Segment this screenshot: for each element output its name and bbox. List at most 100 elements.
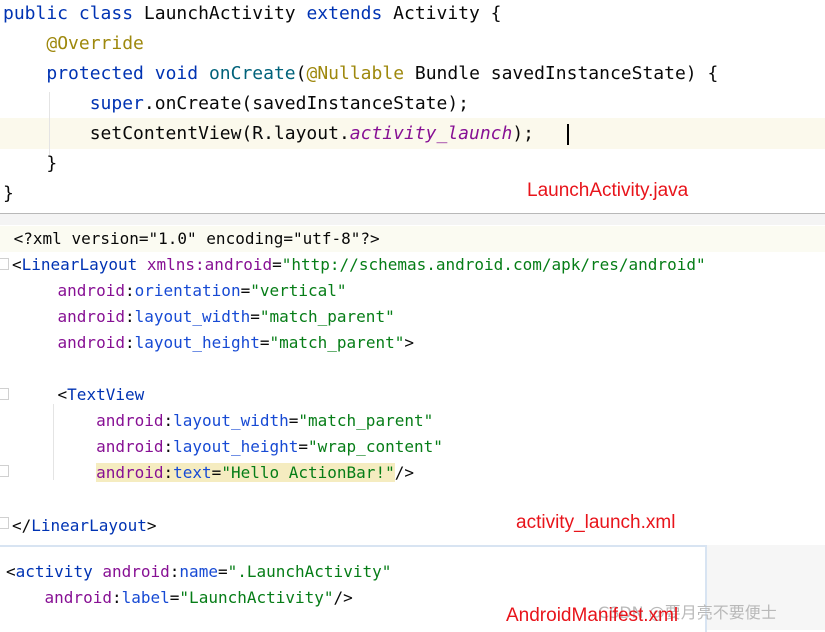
code-token: < (12, 255, 22, 274)
code-token: = (288, 411, 299, 430)
code-token: ); (512, 123, 535, 144)
code-token: = (169, 588, 180, 607)
panel-top-strip (0, 214, 825, 225)
code-token: LinearLayout (21, 255, 138, 274)
code-token: class (78, 3, 134, 24)
code-token: void (154, 63, 199, 84)
code-token: xmlns:android (146, 255, 273, 274)
code-token: : (163, 437, 174, 456)
fold-marker-icon[interactable] (0, 517, 9, 529)
code-token: /> (333, 588, 353, 607)
code-token: > (146, 516, 157, 535)
code-token: /> (394, 463, 414, 482)
code-token: "LaunchActivity" (179, 588, 334, 607)
code-token: LinearLayout (31, 516, 147, 535)
code-token: public (3, 3, 69, 24)
code-token: "wrap_content" (308, 437, 443, 456)
code-token: </ (12, 516, 32, 535)
code-line: android:orientation="vertical" (19, 278, 347, 304)
code-token: : (163, 463, 174, 482)
code-token: "Hello ActionBar!" (221, 463, 395, 482)
code-token: <?xml version="1.0" encoding="utf-8"?> (13, 229, 380, 248)
xml-file-caption: activity_launch.xml (516, 512, 676, 533)
code-token: text (173, 463, 212, 482)
code-token: Bundle savedInstanceState) { (404, 63, 719, 84)
code-token: layout_height (134, 333, 260, 352)
code-token: android (96, 437, 164, 456)
code-token: < (6, 562, 16, 581)
code-line: } (3, 179, 14, 209)
code-line: <activity android:name=".LaunchActivity" (6, 559, 391, 585)
text-cursor (567, 124, 569, 145)
code-token: TextView (67, 385, 145, 404)
code-token: "match_parent" (259, 307, 395, 326)
code-token: : (163, 411, 174, 430)
code-token: .onCreate(savedInstanceState); (143, 93, 469, 114)
code-token: setContentView(R.layout. (3, 123, 350, 144)
java-file-caption: LaunchActivity.java (527, 180, 689, 201)
code-token: : (124, 307, 135, 326)
code-token: : (124, 281, 135, 300)
code-line: setContentView(R.layout.activity_launch)… (3, 119, 534, 149)
code-line: super.onCreate(savedInstanceState); (3, 89, 469, 119)
code-line: <LinearLayout xmlns:android="http://sche… (12, 252, 706, 278)
code-token: > (404, 333, 414, 352)
code-line: android:layout_height="wrap_content" (19, 434, 443, 460)
code-token: android (96, 463, 164, 482)
code-token: android (57, 281, 125, 300)
code-token: android (57, 307, 125, 326)
code-line: android:text="Hello ActionBar!"/> (19, 460, 414, 486)
code-token: activity (15, 562, 93, 581)
code-token: super (89, 93, 144, 114)
code-token: name (179, 562, 218, 581)
fold-marker-icon[interactable] (0, 388, 9, 400)
code-line: </LinearLayout> (12, 513, 157, 539)
code-line: <?xml version="1.0" encoding="utf-8"?> (4, 226, 380, 252)
code-token: Activity { (382, 3, 502, 24)
code-token: @Override (46, 33, 144, 54)
fold-marker-icon[interactable] (0, 465, 9, 477)
fold-marker-icon[interactable] (0, 258, 9, 270)
xml-layout-editor-panel[interactable]: <?xml version="1.0" encoding="utf-8"?> <… (0, 213, 825, 545)
code-line: android:layout_height="match_parent"> (19, 330, 414, 356)
code-line: android:label="LaunchActivity"/> (6, 585, 353, 611)
code-token: android (57, 333, 125, 352)
code-token: @Nullable (306, 63, 405, 84)
code-token: LaunchActivity (133, 3, 307, 24)
code-token: android (96, 411, 164, 430)
code-token: "match_parent" (298, 411, 434, 430)
code-token: } (3, 183, 14, 204)
code-token: : (111, 588, 122, 607)
code-line: @Override (3, 29, 144, 59)
code-token: < (19, 385, 68, 404)
code-token: layout_height (173, 437, 299, 456)
code-token: extends (306, 3, 383, 24)
code-token: = (211, 463, 222, 482)
code-token: layout_width (173, 411, 289, 430)
code-token: : (169, 562, 180, 581)
code-token: activity_launch (349, 123, 513, 144)
code-token: ".LaunchActivity" (227, 562, 392, 581)
code-token: } (3, 153, 58, 174)
code-token: "vertical" (250, 281, 347, 300)
code-token: layout_width (134, 307, 251, 326)
code-token: android (102, 562, 170, 581)
code-token: = (250, 307, 260, 326)
code-token: ( (295, 63, 307, 84)
java-editor-panel[interactable]: public class LaunchActivity extends Acti… (0, 0, 825, 214)
code-token: onCreate (208, 63, 296, 84)
